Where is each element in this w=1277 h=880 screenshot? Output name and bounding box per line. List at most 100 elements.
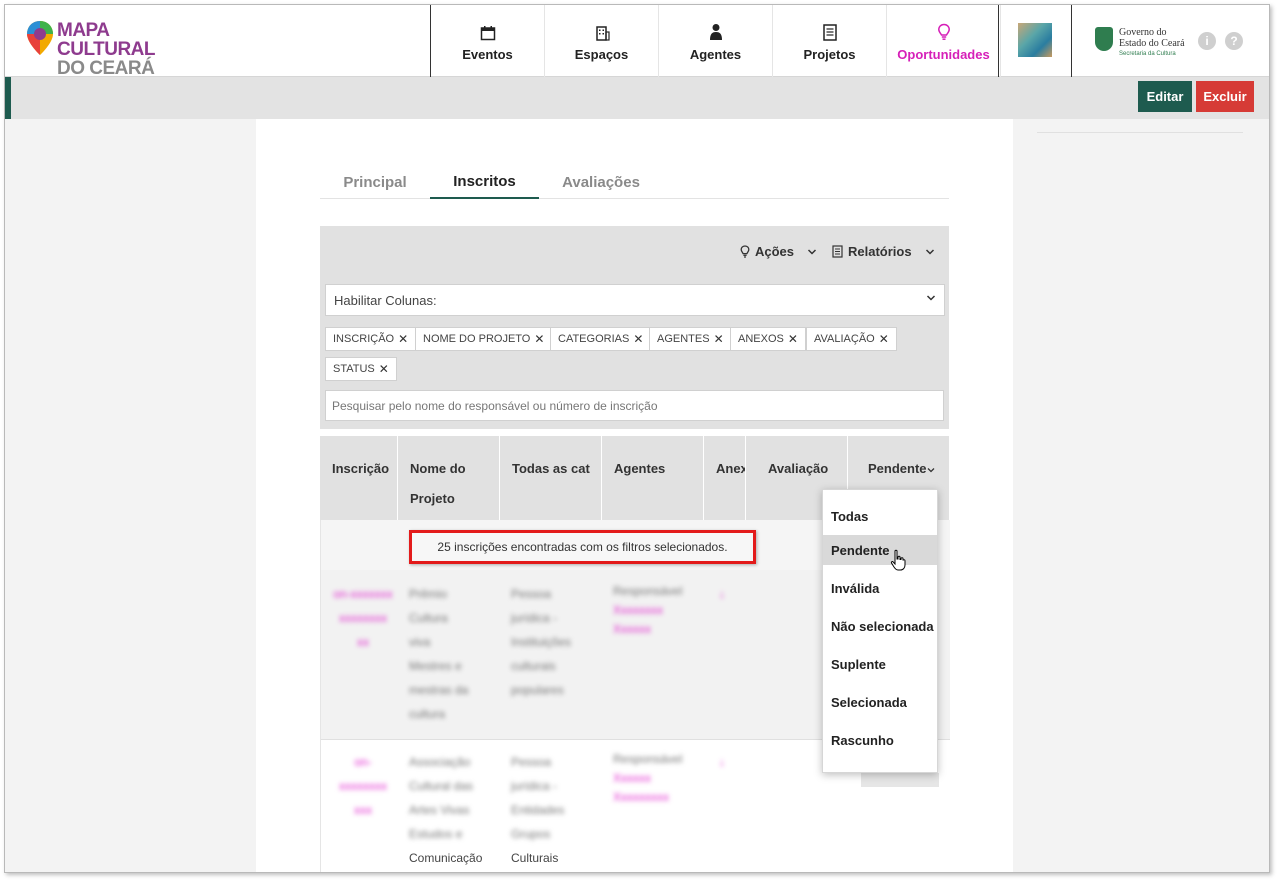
cell-line: jurídica - — [511, 611, 558, 625]
cell-line: xx — [357, 635, 369, 649]
gov-line2: Estado do Ceará — [1119, 38, 1185, 49]
agent-link[interactable]: Xxxxxx — [613, 620, 703, 639]
cell-line: populares — [511, 683, 564, 697]
cell-line: jurídica - — [511, 779, 558, 793]
cell-line: on- — [354, 755, 372, 769]
building-icon — [594, 21, 610, 41]
download-icon[interactable]: ↓ — [719, 582, 739, 606]
cell-line: viva — [409, 635, 431, 649]
chevron-down-icon — [926, 295, 936, 301]
status-option-selecionada[interactable]: Selecionada — [823, 687, 937, 717]
status-filter-menu: Todas Pendente Inválida Não selecionada … — [822, 489, 938, 773]
tab-inscritos[interactable]: Inscritos — [430, 165, 539, 199]
cell-line: xxxxxxxx — [339, 779, 387, 793]
cell-line: Pessoa — [511, 755, 552, 769]
status-option-pendente[interactable]: Pendente — [823, 535, 937, 565]
cell-line: Estudos e — [409, 827, 463, 841]
cell-line: Responsável — [613, 584, 683, 598]
status-option-todas[interactable]: Todas — [823, 501, 937, 531]
results-count-notice: 25 inscrições encontradas com os filtros… — [409, 530, 756, 564]
status-option-invalida[interactable]: Inválida — [823, 573, 937, 603]
chip-anexos[interactable]: ANEXOS ✕ — [730, 327, 806, 351]
search-input[interactable]: Pesquisar pelo nome do responsável ou nú… — [325, 390, 944, 421]
help-icon[interactable]: ? — [1225, 32, 1243, 50]
download-icon[interactable]: ↓ — [719, 750, 739, 774]
entity-action-bar — [5, 77, 1269, 119]
nav-oportunidades[interactable]: Oportunidades — [887, 5, 1001, 77]
status-option-suplente[interactable]: Suplente — [823, 649, 937, 679]
agent-link[interactable]: Xxxxxxxxx — [613, 788, 703, 807]
edit-button[interactable]: Editar — [1138, 81, 1192, 112]
cell-line: Artes Vivas — [409, 803, 470, 817]
chip-avaliacao[interactable]: AVALIAÇÃO ✕ — [806, 327, 897, 351]
chip-label: NOME DO PROJETO — [423, 333, 531, 345]
close-icon[interactable]: ✕ — [788, 332, 798, 346]
nav-divider — [998, 5, 999, 77]
logo-line2: DO CEARÁ — [57, 58, 155, 79]
chip-agentes[interactable]: AGENTES ✕ — [649, 327, 732, 351]
actions-dropdown[interactable]: Ações — [740, 244, 817, 259]
nav-eventos[interactable]: Eventos — [431, 5, 545, 77]
actions-label: Ações — [755, 244, 795, 259]
chevron-down-icon — [925, 248, 934, 255]
close-icon[interactable]: ✕ — [714, 332, 724, 346]
cell-line: xxxxxxxx — [339, 611, 387, 625]
cell-projeto: Associação Cultural das Artes Vivas Estu… — [409, 750, 499, 870]
logo-line1: MAPA CULTURAL — [57, 20, 156, 60]
chip-inscricao[interactable]: INSCRIÇÃO ✕ — [325, 327, 417, 351]
status-option-rascunho[interactable]: Rascunho — [823, 725, 937, 755]
cell-line: Grupos — [511, 827, 551, 841]
tab-avaliacoes[interactable]: Avaliações — [539, 165, 663, 199]
chip-status[interactable]: STATUS ✕ — [325, 357, 397, 381]
cell-line: cultura — [409, 707, 446, 721]
nav-projetos[interactable]: Projetos — [773, 5, 887, 77]
th-agentes[interactable]: Agentes — [602, 436, 704, 520]
cell-line: xxx — [354, 803, 372, 817]
close-icon[interactable]: ✕ — [534, 332, 544, 346]
chip-nome-do-projeto[interactable]: NOME DO PROJETO ✕ — [415, 327, 553, 351]
agent-link[interactable]: Xxxxxxxx — [613, 601, 703, 620]
gov-shield-icon — [1095, 27, 1113, 51]
site-logo[interactable]: MAPA CULTURAL DO CEARÁ — [25, 19, 185, 78]
close-icon[interactable]: ✕ — [633, 332, 643, 346]
lightbulb-icon — [740, 245, 750, 258]
status-filter-label: Pendente — [868, 461, 927, 476]
cell-line: Cultura — [409, 611, 448, 625]
status-option-nao-selecionada[interactable]: Não selecionada — [823, 611, 937, 641]
th-categorias-filter[interactable]: Todas as cat — [500, 436, 602, 520]
th-anexos[interactable]: Anex — [704, 436, 746, 520]
tab-principal[interactable]: Principal — [320, 165, 430, 199]
chip-label: AGENTES — [657, 333, 710, 345]
cell-inscricao[interactable]: on- xxxxxxxx xxx — [333, 750, 393, 822]
nav-espacos[interactable]: Espaços — [545, 5, 659, 77]
chip-categorias[interactable]: CATEGORIAS ✕ — [550, 327, 652, 351]
nav-espacos-label: Espaços — [574, 46, 629, 62]
reports-dropdown[interactable]: Relatórios — [832, 244, 935, 259]
info-icon[interactable]: i — [1198, 32, 1216, 50]
enable-columns-select[interactable]: Habilitar Colunas: — [325, 284, 945, 316]
delete-button[interactable]: Excluir — [1196, 81, 1254, 112]
gov-ceara-logo[interactable]: Governo do Estado do Ceará Secretaria da… — [1095, 27, 1191, 57]
status-control[interactable] — [861, 773, 939, 787]
cell-line: Cultural das — [409, 779, 474, 793]
agent-link[interactable]: Xxxxxx — [613, 769, 703, 788]
nav-agentes[interactable]: Agentes — [659, 5, 773, 77]
cell-inscricao[interactable]: on-xxxxxxx xxxxxxxx xx — [333, 582, 393, 654]
close-icon[interactable]: ✕ — [879, 332, 889, 346]
cell-line: culturais — [511, 659, 556, 673]
user-avatar[interactable] — [1018, 23, 1052, 57]
person-icon — [708, 21, 724, 41]
close-icon[interactable]: ✕ — [379, 362, 389, 376]
cell-line: mestras da — [409, 683, 469, 697]
main-nav: Eventos Espaços Agentes Projetos Oportun… — [430, 5, 1001, 77]
cell-categoria: Pessoa jurídica - Entidades Grupos Cultu… — [511, 750, 601, 870]
cell-line: Responsável — [613, 752, 683, 766]
cell-categoria: Pessoa jurídica - Instituições culturais… — [511, 582, 601, 702]
nav-oportunidades-label: Oportunidades — [897, 46, 990, 62]
chip-label: ANEXOS — [738, 333, 784, 345]
close-icon[interactable]: ✕ — [398, 332, 408, 346]
cell-line: Mestres e — [409, 659, 462, 673]
th-nome-do-projeto[interactable]: Nome do Projeto — [398, 436, 500, 520]
th-inscricao[interactable]: Inscrição — [320, 436, 398, 520]
right-sidebar — [1013, 119, 1269, 872]
